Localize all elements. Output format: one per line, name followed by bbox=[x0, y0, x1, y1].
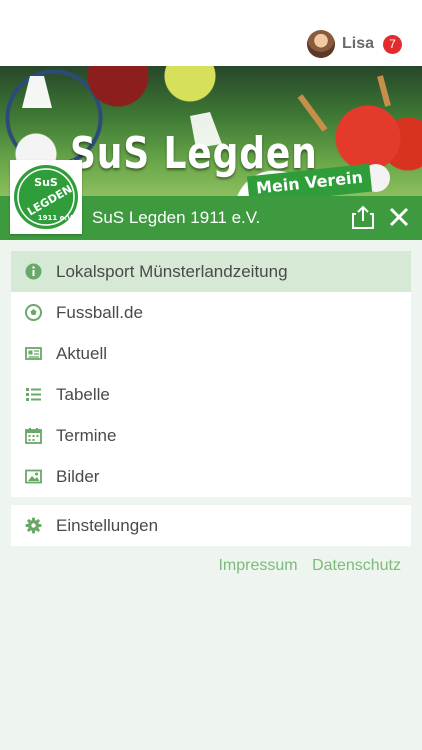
club-logo: SuS LEGDEN 1911 e.V. bbox=[10, 160, 82, 234]
club-crest: SuS LEGDEN 1911 e.V. bbox=[12, 162, 80, 232]
menu-item-termine[interactable]: Termine bbox=[11, 415, 411, 456]
menu-item-lokalsport[interactable]: Lokalsport Münsterlandzeitung bbox=[11, 251, 411, 292]
notification-badge[interactable]: 7 bbox=[383, 34, 402, 54]
svg-text:SuS: SuS bbox=[34, 176, 58, 189]
menu-item-tabelle[interactable]: Tabelle bbox=[11, 374, 411, 415]
menu-item-label: Aktuell bbox=[56, 344, 108, 363]
close-icon[interactable] bbox=[388, 206, 410, 228]
share-icon[interactable] bbox=[352, 205, 374, 229]
list-icon bbox=[26, 388, 41, 401]
banner-title: SuS Legden bbox=[70, 128, 318, 179]
soccer-ball-icon bbox=[25, 304, 42, 321]
club-name: SuS Legden 1911 e.V. bbox=[92, 208, 261, 227]
menu-item-label: Lokalsport Münsterlandzeitung bbox=[56, 262, 288, 281]
svg-text:1911 e.V.: 1911 e.V. bbox=[38, 214, 75, 222]
impressum-link[interactable]: Impressum bbox=[218, 557, 297, 574]
user-profile[interactable]: Lisa 7 bbox=[306, 30, 402, 58]
menu-item-bilder[interactable]: Bilder bbox=[11, 456, 411, 497]
settings-menu: Einstellungen bbox=[11, 505, 411, 546]
menu-item-label: Fussball.de bbox=[56, 303, 143, 322]
calendar-icon bbox=[25, 428, 42, 444]
user-name[interactable]: Lisa bbox=[342, 35, 374, 53]
menu-item-einstellungen[interactable]: Einstellungen bbox=[11, 505, 411, 546]
menu-item-label: Termine bbox=[56, 426, 117, 445]
menu-item-label: Einstellungen bbox=[56, 516, 159, 535]
gear-icon bbox=[25, 517, 42, 534]
user-avatar[interactable] bbox=[306, 30, 335, 58]
top-bar: Lisa 7 bbox=[0, 0, 422, 66]
footer-links: Impressum Datenschutz bbox=[208, 557, 401, 575]
datenschutz-link[interactable]: Datenschutz bbox=[312, 557, 401, 574]
image-icon bbox=[25, 469, 42, 484]
menu-item-aktuell[interactable]: Aktuell bbox=[11, 333, 411, 374]
menu-item-fussball[interactable]: Fussball.de bbox=[11, 292, 411, 333]
newspaper-icon bbox=[25, 347, 42, 360]
navigation-menu: Lokalsport Münsterlandzeitung Fussball.d… bbox=[11, 251, 411, 497]
menu-item-label: Bilder bbox=[56, 467, 100, 486]
info-icon bbox=[25, 263, 42, 280]
menu-item-label: Tabelle bbox=[56, 385, 110, 404]
